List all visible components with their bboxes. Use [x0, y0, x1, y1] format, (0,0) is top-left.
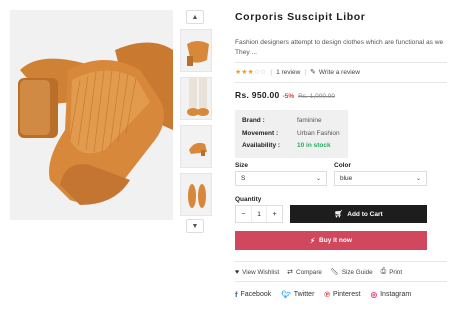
thumbnail-image	[187, 41, 209, 66]
product-description: Fashion designers attempt to design clot…	[235, 39, 444, 56]
instagram-label: Instagram	[380, 291, 412, 298]
compare-link[interactable]: ⇄ Compare	[287, 268, 322, 277]
current-price: Rs. 950.00	[235, 90, 280, 100]
facebook-share-link[interactable]: f Facebook	[235, 290, 271, 299]
divider	[235, 281, 447, 282]
color-label: Color	[334, 162, 351, 169]
sandal-illustration	[10, 10, 173, 220]
thumbnail-scroll-up-button[interactable]: ▲	[186, 10, 204, 24]
divider	[235, 62, 447, 63]
color-selected-value: blue	[340, 175, 353, 182]
product-title: Corporis Suscipit Libor	[235, 11, 366, 23]
lightning-icon: ⚡︎	[310, 237, 316, 245]
brand-value[interactable]: faminine	[297, 115, 322, 128]
thumbnail-2[interactable]	[180, 77, 212, 120]
thumbnail-1[interactable]	[180, 29, 212, 72]
buy-now-button[interactable]: ⚡︎ Buy it now	[235, 231, 427, 250]
star-rating[interactable]: ★★★☆☆	[235, 68, 266, 76]
heart-icon: ♥	[235, 268, 240, 276]
brand-label: Brand :	[242, 117, 265, 124]
cart-icon: 🛒︎	[334, 211, 344, 218]
facebook-icon: f	[235, 290, 238, 299]
thumbnail-image	[188, 184, 206, 208]
thumbnail-image	[189, 142, 207, 156]
chevron-down-icon: ⌄	[415, 176, 421, 182]
add-to-cart-label: Add to Cart	[347, 210, 383, 218]
print-label: Print	[389, 268, 403, 276]
view-wishlist-link[interactable]: ♥ View Wishlist	[235, 268, 279, 276]
movement-label: Movement :	[242, 129, 279, 137]
size-guide-link[interactable]: 📏︎ Size Guide	[329, 268, 373, 277]
pencil-icon: ✎	[310, 69, 316, 76]
compare-label: Compare	[296, 268, 322, 276]
size-guide-label: Size Guide	[341, 268, 373, 276]
view-wishlist-label: View Wishlist	[242, 268, 280, 276]
facebook-label: Facebook	[240, 291, 272, 298]
star-icon: ☆☆	[253, 69, 267, 76]
thumbnail-image	[187, 78, 209, 116]
movement-value: Urban Fashion	[297, 129, 340, 137]
buy-now-label: Buy it now	[319, 237, 352, 244]
thumbnail-scroll-down-button[interactable]: ▼	[186, 219, 204, 233]
size-selected-value: S	[241, 175, 246, 182]
ruler-icon: 📏︎	[329, 269, 339, 276]
pinterest-icon: ℗	[324, 290, 330, 299]
instagram-share-link[interactable]: ◎ Instagram	[371, 290, 412, 299]
write-review-link[interactable]: Write a review	[319, 69, 360, 76]
add-to-cart-button[interactable]: 🛒︎ Add to Cart	[290, 205, 427, 223]
chevron-down-icon: ▼	[191, 222, 199, 230]
size-label: Size	[235, 162, 249, 169]
availability-label: Availability :	[242, 142, 281, 149]
availability-value: 10 in stock	[297, 142, 331, 149]
spec-box: Brand : faminine Movement : Urban Fashio…	[235, 110, 348, 158]
twitter-label: Twitter	[293, 291, 315, 298]
printer-icon: ⎙	[380, 268, 387, 275]
spec-row-movement: Movement : Urban Fashion	[242, 128, 348, 141]
chevron-down-icon: ⌄	[315, 176, 321, 182]
chevron-up-icon: ▲	[191, 13, 199, 21]
instagram-icon: ◎	[370, 290, 378, 299]
thumbnail-4[interactable]	[180, 173, 212, 216]
pinterest-label: Pinterest	[332, 291, 361, 298]
color-select[interactable]: blue ⌄	[334, 171, 427, 186]
quantity-stepper: − 1 +	[235, 205, 283, 223]
social-share: f Facebook 🐦︎ Twitter ℗ Pinterest ◎ Inst…	[235, 290, 421, 299]
compare-icon: ⇄	[287, 269, 294, 276]
price-row: Rs. 950.00 -5% Rs. 1,000.00	[235, 90, 335, 100]
star-icon: ★★★	[235, 69, 254, 76]
print-link[interactable]: ⎙ Print	[381, 268, 403, 276]
pinterest-share-link[interactable]: ℗ Pinterest	[324, 290, 360, 299]
quantity-decrease-button[interactable]: −	[236, 206, 251, 222]
quantity-input[interactable]: 1	[250, 206, 268, 222]
old-price: Rs. 1,000.00	[298, 93, 336, 100]
spec-row-availability: Availability : 10 in stock	[242, 140, 348, 153]
spec-row-brand: Brand : faminine	[242, 115, 348, 128]
twitter-share-link[interactable]: 🐦︎ Twitter	[281, 290, 314, 299]
discount-badge: -5%	[282, 93, 295, 100]
divider	[235, 82, 447, 83]
divider	[235, 261, 447, 262]
review-count-link[interactable]: 1 review	[276, 69, 300, 76]
quantity-label: Quantity	[235, 196, 262, 203]
quantity-increase-button[interactable]: +	[267, 206, 282, 222]
main-product-image[interactable]	[10, 10, 173, 220]
size-select[interactable]: S ⌄	[235, 171, 327, 186]
twitter-icon: 🐦︎	[281, 290, 291, 299]
rating-row: ★★★☆☆ | 1 review | ✎ Write a review	[235, 68, 360, 77]
thumbnail-3[interactable]	[180, 125, 212, 168]
product-actions: ♥ View Wishlist ⇄ Compare 📏︎ Size Guide …	[235, 268, 410, 276]
